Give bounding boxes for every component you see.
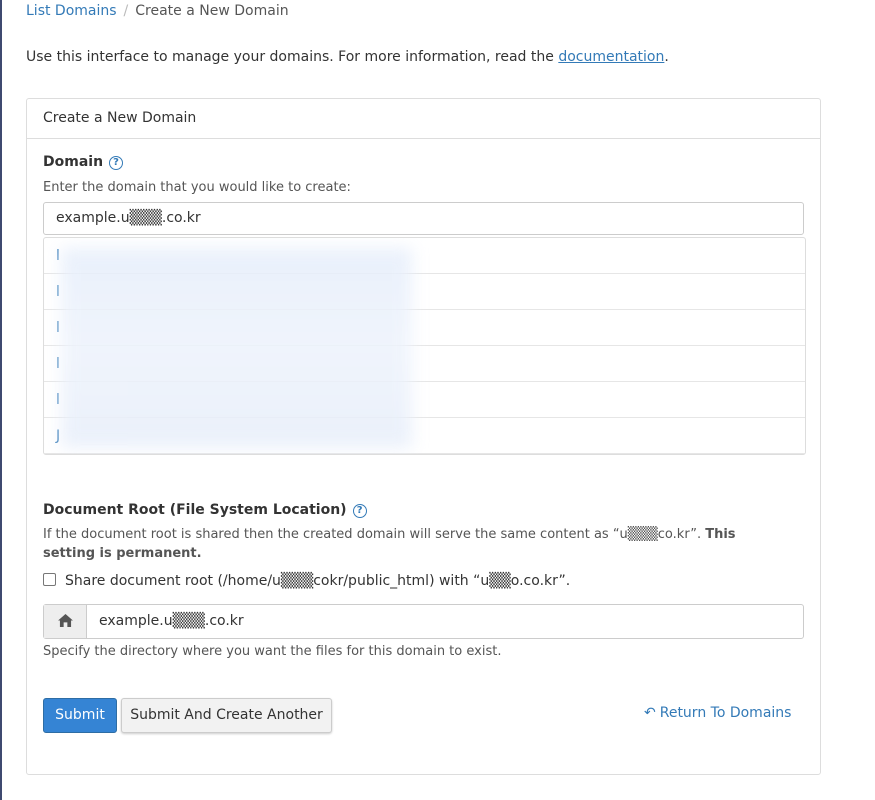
left-border [0,0,2,800]
share-docroot-label[interactable]: Share document root (/home/u▒▒▒cokr/publ… [65,573,570,589]
submit-button[interactable]: Submit [43,698,117,733]
share-docroot-row: Share document root (/home/u▒▒▒cokr/publ… [43,573,570,589]
home-icon [44,605,87,638]
domain-hint: Enter the domain that you would like to … [43,180,351,195]
question-circle-icon[interactable]: ? [109,156,124,170]
domain-input[interactable]: example.u▒▒▒.co.kr [43,202,804,235]
domain-label-row: Domain? [43,154,124,170]
docroot-label: Document Root (File System Location) [43,502,347,518]
docroot-warning-text: If the document root is shared then the … [43,527,706,542]
intro-end: . [664,49,669,65]
return-to-domains-label[interactable]: Return To Domains [660,705,792,721]
docroot-input-group: example.u▒▒▒.co.kr [43,604,804,639]
intro-text: Use this interface to manage your domain… [26,49,669,65]
return-to-domains-link[interactable]: ↶ Return To Domains [644,705,791,721]
breadcrumb-list-domains[interactable]: List Domains [26,3,117,19]
domain-suggestions: l l l l l J [43,237,806,455]
domain-label: Domain [43,154,104,170]
reply-arrow-icon: ↶ [644,705,656,721]
redaction-blur [61,248,412,448]
docroot-input[interactable]: example.u▒▒▒.co.kr [99,605,244,638]
documentation-link[interactable]: documentation [558,49,664,65]
breadcrumb: List Domains / Create a New Domain [26,3,289,19]
create-domain-panel: Create a New Domain Domain? Enter the do… [26,98,821,775]
panel-heading: Create a New Domain [27,99,820,139]
docroot-label-row: Document Root (File System Location)? [43,502,367,518]
docroot-hint: Specify the directory where you want the… [43,644,502,659]
intro-sentence: Use this interface to manage your domain… [26,49,559,65]
submit-and-create-another-button[interactable]: Submit And Create Another [121,698,332,733]
question-circle-icon[interactable]: ? [352,504,367,518]
breadcrumb-current: Create a New Domain [135,3,289,19]
docroot-warning: If the document root is shared then the … [43,525,783,563]
breadcrumb-separator: / [123,3,129,19]
share-docroot-checkbox[interactable] [43,573,56,586]
